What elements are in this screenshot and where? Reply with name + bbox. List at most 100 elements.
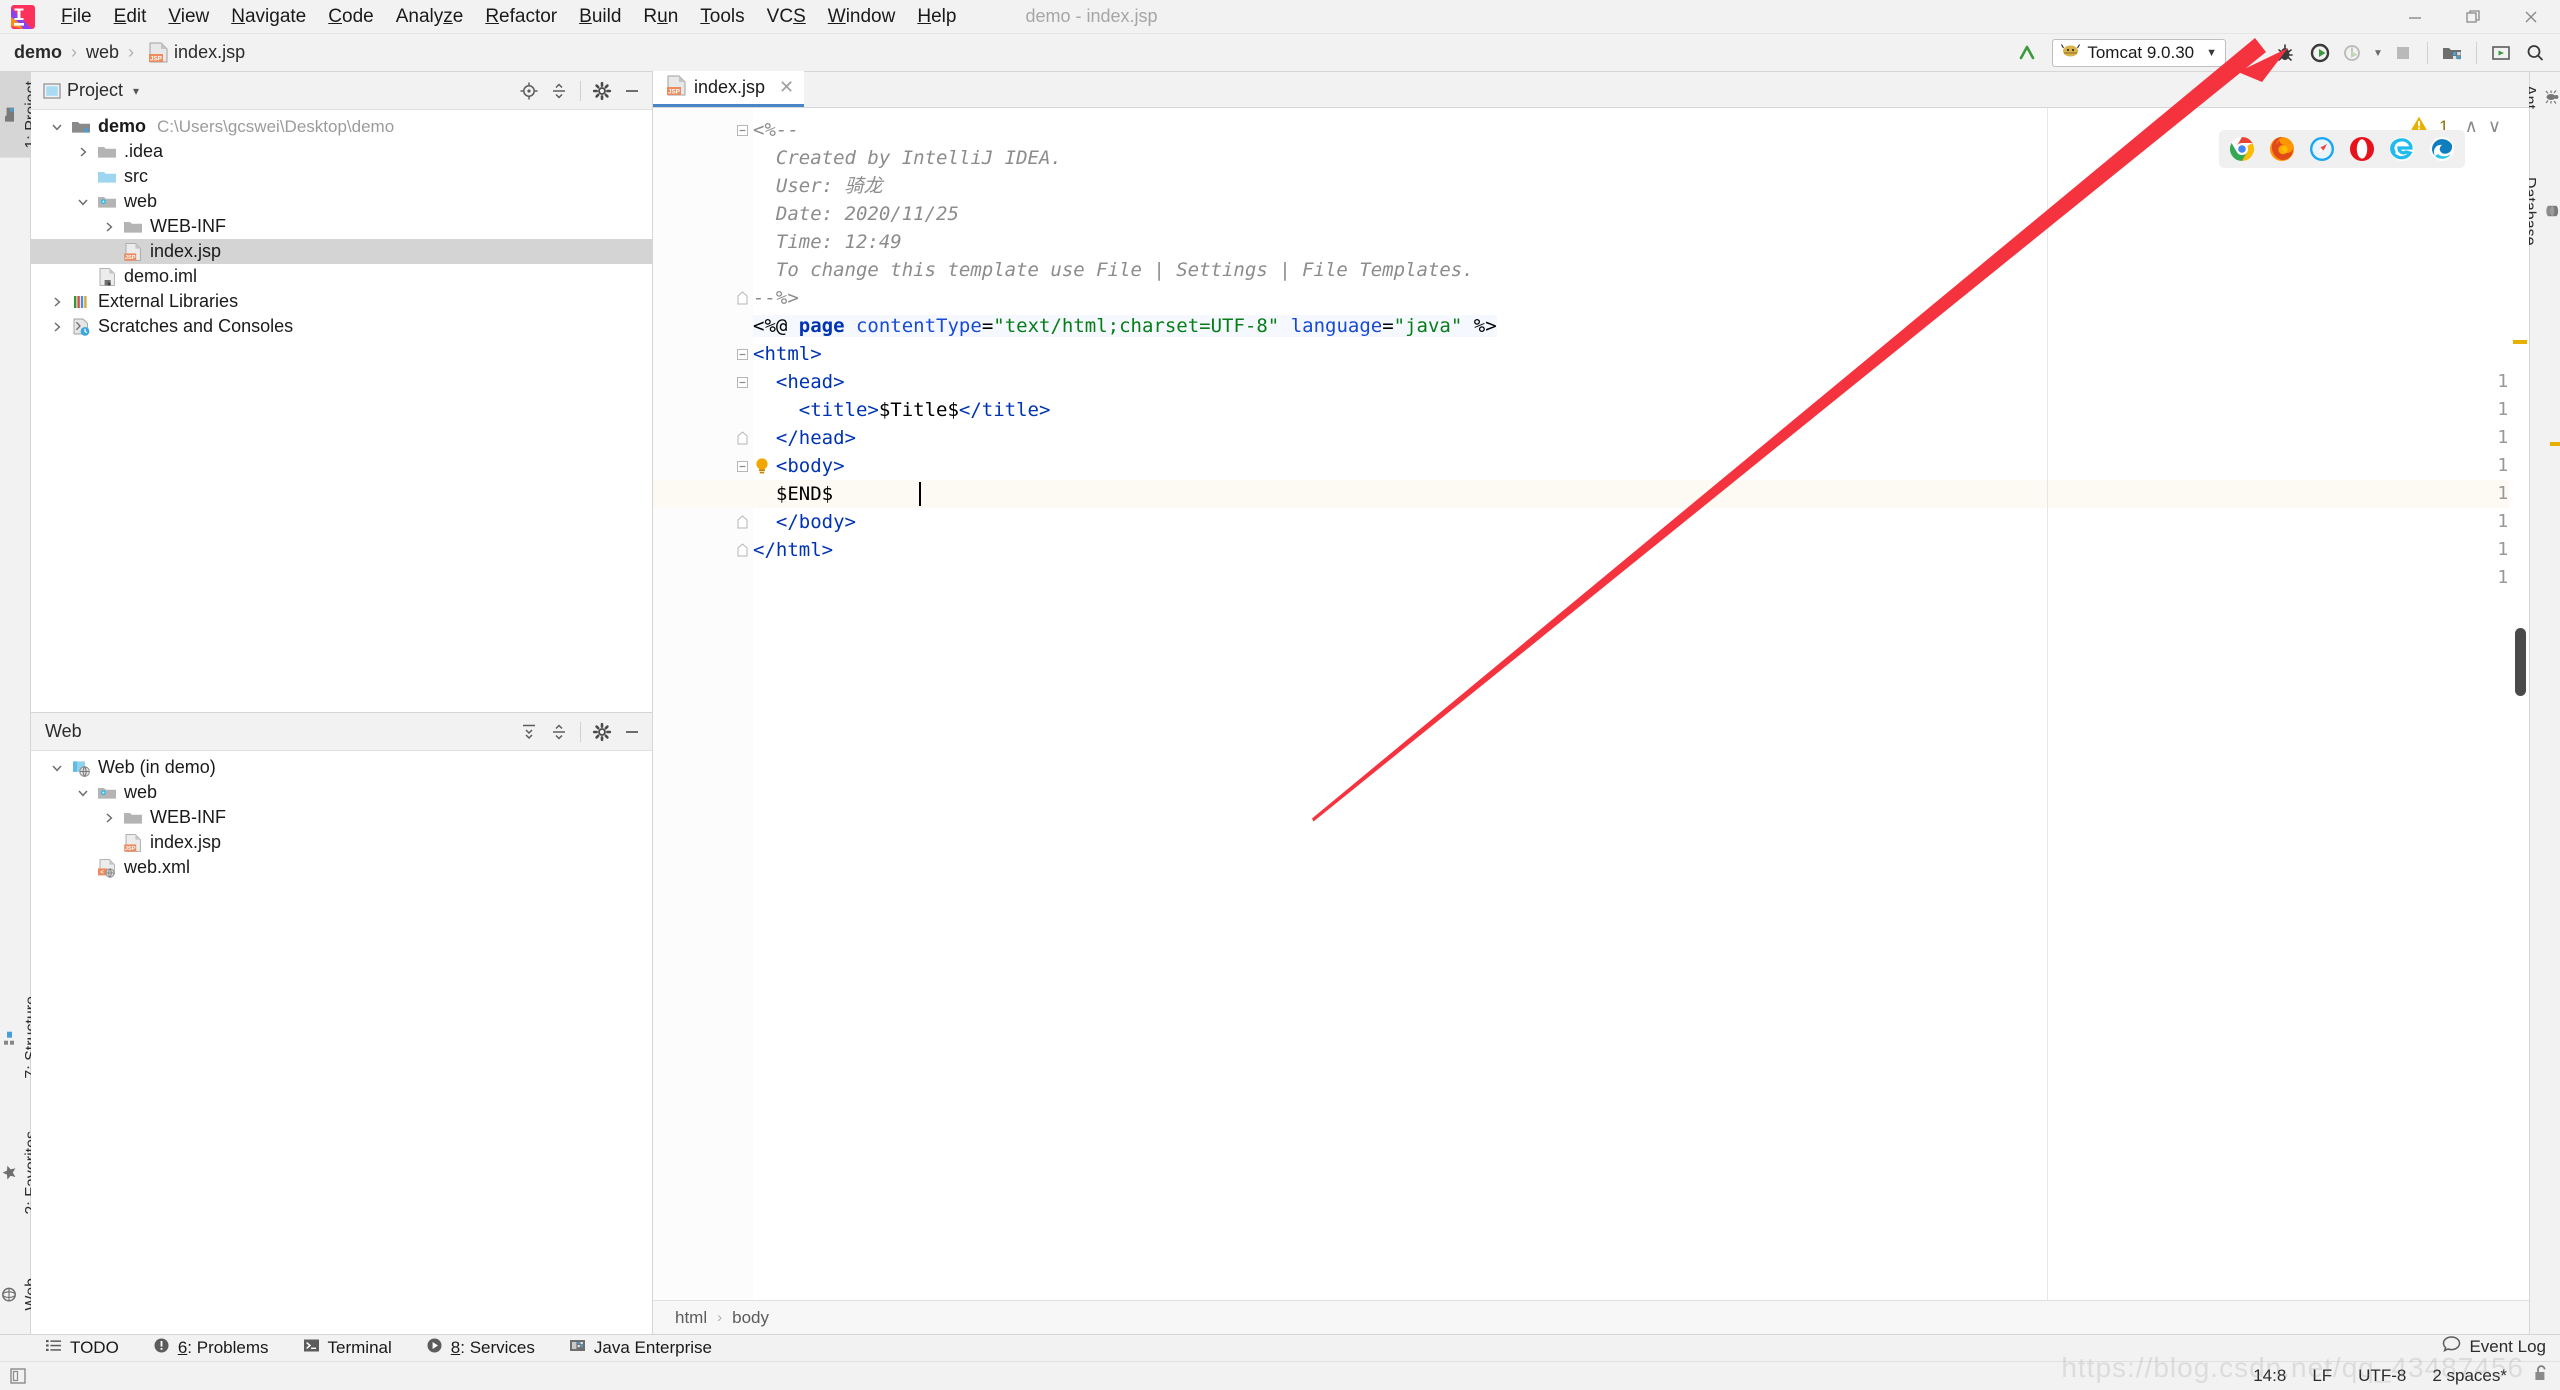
fold-expanded-icon[interactable]: [735, 116, 749, 144]
chevron-down-icon[interactable]: [71, 786, 95, 800]
minimize-button[interactable]: [2386, 0, 2444, 34]
code-line-14[interactable]: $END$: [753, 480, 2529, 508]
tree-row-web-xml[interactable]: < web.xml: [31, 855, 652, 880]
hide-panel-icon[interactable]: [618, 76, 646, 106]
breadcrumb-demo[interactable]: demo: [14, 42, 62, 63]
edge-icon[interactable]: [2429, 136, 2455, 162]
code-line-15[interactable]: </body>: [753, 508, 2529, 536]
tool-window-problems[interactable]: 6: Problems: [136, 1337, 286, 1359]
menu-view[interactable]: View: [157, 4, 220, 30]
run-icon[interactable]: [2234, 36, 2268, 70]
settings-gear-icon[interactable]: [588, 76, 616, 106]
code-text[interactable]: <%-- Created by IntelliJ IDEA. User: 骑龙 …: [753, 108, 2529, 1300]
safari-icon[interactable]: [2309, 136, 2335, 162]
sidebar-tab-structure[interactable]: 7: Structure: [0, 987, 40, 1088]
run-configuration-selector[interactable]: Tomcat 9.0.30 ▼: [2052, 39, 2226, 67]
restore-button[interactable]: [2444, 0, 2502, 34]
profile-dropdown-icon[interactable]: ▼: [2370, 36, 2386, 70]
chevron-right-icon[interactable]: [45, 320, 69, 334]
chevron-down-icon[interactable]: [45, 761, 69, 775]
opera-icon[interactable]: [2349, 136, 2375, 162]
sidebar-tab-favorites[interactable]: 2: Favorites: [0, 1122, 40, 1224]
chevron-down-icon[interactable]: [71, 195, 95, 209]
tree-row-demo[interactable]: demo C:\Users\gcswei\Desktop\demo: [31, 114, 652, 139]
debug-icon[interactable]: [2268, 36, 2302, 70]
code-line-4[interactable]: Date: 2020/11/25: [753, 200, 2529, 228]
editor-scrollbar-thumb[interactable]: [2515, 628, 2526, 696]
firefox-icon[interactable]: [2269, 136, 2295, 162]
code-line-11[interactable]: <title>$Title$</title>: [753, 396, 2529, 424]
ie-icon[interactable]: [2389, 136, 2415, 162]
tree-row-demo-iml[interactable]: demo.iml: [31, 264, 652, 289]
menu-navigate[interactable]: Navigate: [220, 4, 317, 30]
fold-expanded-icon[interactable]: [735, 452, 749, 480]
update-project-icon[interactable]: [2010, 36, 2044, 70]
sidebar-tab-web[interactable]: Web: [0, 1269, 40, 1320]
menu-vcs[interactable]: VCS: [756, 4, 817, 30]
hide-panel-icon[interactable]: [618, 717, 646, 747]
tree-row-idea[interactable]: .idea: [31, 139, 652, 164]
tree-row-index-jsp[interactable]: JSP index.jsp: [31, 830, 652, 855]
menu-file[interactable]: File: [50, 4, 103, 30]
menu-run[interactable]: Run: [632, 4, 689, 30]
menu-code[interactable]: Code: [317, 4, 384, 30]
sidebar-tab-ant[interactable]: Ant: [2521, 76, 2560, 118]
tree-row-web[interactable]: web: [31, 780, 652, 805]
menu-window[interactable]: Window: [817, 4, 907, 30]
fold-end-icon[interactable]: [735, 508, 749, 536]
code-line-8[interactable]: <%@ page contentType="text/html;charset=…: [753, 312, 2529, 340]
close-icon[interactable]: ✕: [779, 77, 794, 98]
tool-window-java-enterprise[interactable]: Java Enterprise: [552, 1337, 729, 1359]
menu-refactor[interactable]: Refactor: [474, 4, 568, 30]
breadcrumb-web[interactable]: web: [86, 42, 119, 63]
select-opened-file-icon[interactable]: [2484, 36, 2518, 70]
editor-breadcrumb-body[interactable]: body: [732, 1308, 769, 1328]
tree-row-src[interactable]: src: [31, 164, 652, 189]
code-line-12[interactable]: </head>: [753, 424, 2529, 452]
menu-tools[interactable]: Tools: [689, 4, 755, 30]
profile-icon[interactable]: [2336, 36, 2370, 70]
menu-build[interactable]: Build: [568, 4, 632, 30]
warning-stripe-mark[interactable]: [2513, 340, 2527, 344]
editor-breadcrumb-html[interactable]: html: [675, 1308, 707, 1328]
unlocked-icon[interactable]: [2533, 1364, 2550, 1388]
chevron-right-icon[interactable]: [97, 811, 121, 825]
fold-end-icon[interactable]: [735, 284, 749, 312]
collapse-all-icon[interactable]: [545, 76, 573, 106]
chevron-right-icon[interactable]: [97, 220, 121, 234]
fold-end-icon[interactable]: [735, 424, 749, 452]
tree-row-external-libraries[interactable]: External Libraries: [31, 289, 652, 314]
expand-all-icon[interactable]: [515, 717, 543, 747]
fold-end-icon[interactable]: [735, 536, 749, 564]
settings-gear-icon[interactable]: [588, 717, 616, 747]
code-line-10[interactable]: <head>: [753, 368, 2529, 396]
code-line-5[interactable]: Time: 12:49: [753, 228, 2529, 256]
tool-window-services[interactable]: 8: Services: [409, 1337, 552, 1359]
tree-row-index-jsp[interactable]: JSP index.jsp: [31, 239, 652, 264]
tree-row-web[interactable]: web: [31, 189, 652, 214]
menu-help[interactable]: Help: [906, 4, 967, 30]
editor-canvas[interactable]: <%-- Created by IntelliJ IDEA. User: 骑龙 …: [653, 108, 2529, 1300]
chevron-right-icon[interactable]: [71, 145, 95, 159]
tool-window-terminal[interactable]: Terminal: [286, 1337, 409, 1359]
code-line-3[interactable]: User: 骑龙: [753, 172, 2529, 200]
error-stripe-markbar[interactable]: [2509, 108, 2529, 1300]
chevron-down-icon[interactable]: [45, 120, 69, 134]
sidebar-tab-project[interactable]: 1: Project: [0, 72, 40, 158]
toggle-toolwindows-button[interactable]: [8, 1366, 30, 1386]
tool-window-todo[interactable]: TODO: [28, 1337, 136, 1359]
code-line-7[interactable]: --%>: [753, 284, 2529, 312]
locate-icon[interactable]: [515, 76, 543, 106]
code-line-13[interactable]: <body>: [753, 452, 2529, 480]
sidebar-tab-database[interactable]: Database: [2521, 168, 2560, 255]
tree-row-web-inf[interactable]: WEB-INF: [31, 805, 652, 830]
project-tree[interactable]: demo C:\Users\gcswei\Desktop\demo .idea src…: [31, 110, 652, 339]
menu-edit[interactable]: Edit: [103, 4, 158, 30]
web-tree[interactable]: Web (in demo) web WEB-INF JSP index.jsp < web.…: [31, 751, 652, 880]
search-everywhere-icon[interactable]: [2518, 36, 2552, 70]
chevron-down-icon[interactable]: ▼: [2206, 47, 2217, 59]
code-line-17[interactable]: [753, 564, 2529, 592]
next-problem-icon[interactable]: ∨: [2488, 116, 2501, 137]
tree-row-scratches-and-consoles[interactable]: Scratches and Consoles: [31, 314, 652, 339]
chevron-down-icon[interactable]: ▾: [133, 84, 139, 98]
